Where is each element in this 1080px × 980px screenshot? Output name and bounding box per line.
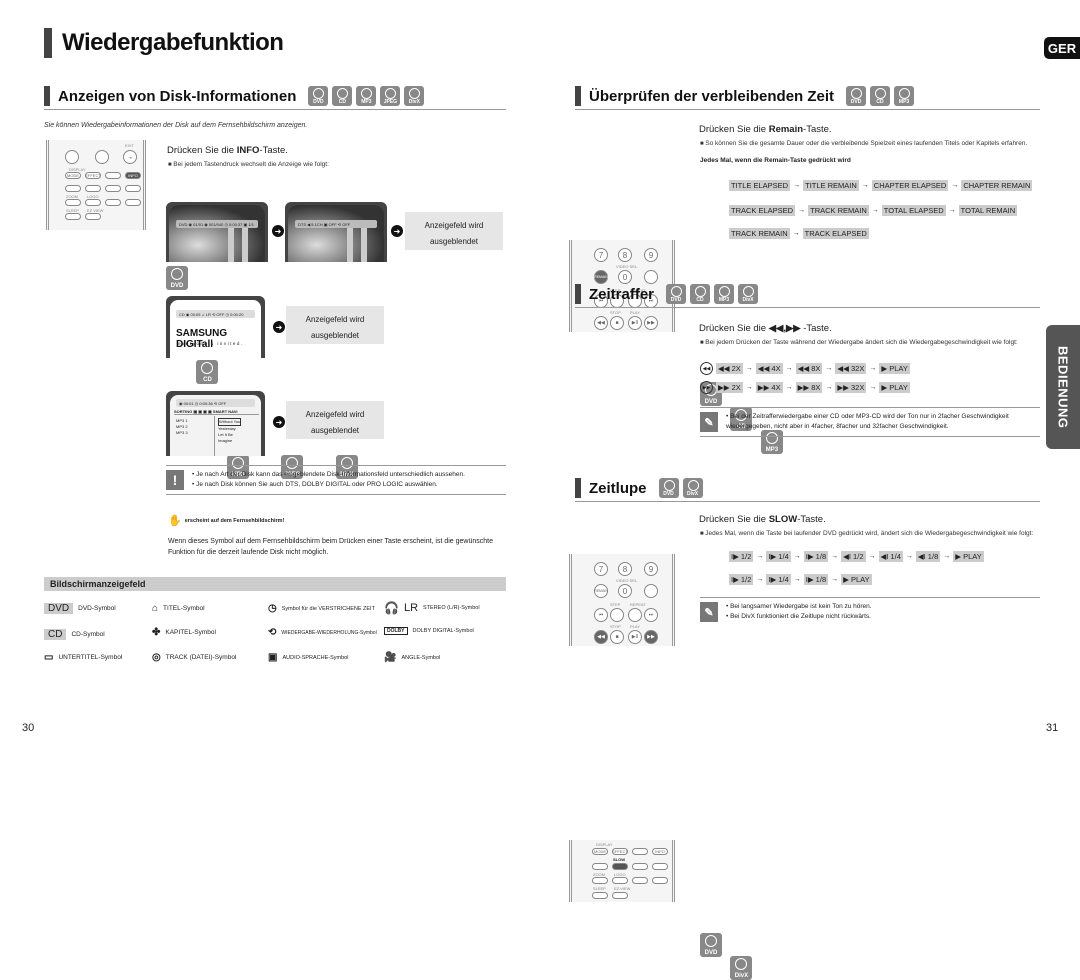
remote-slow-illustration: DISPLAY MODE EFFECT INFO SLOW ZOOM LOGO … <box>569 840 675 902</box>
display-hidden-box: Anzeigefeld wird ausgeblendet <box>286 306 384 344</box>
section-side-tab: BEDIENUNG <box>1046 325 1080 449</box>
remain-sequence-dvd: TITLE ELAPSED → TITLE REMAIN → CHAPTER ELA… <box>729 180 1033 191</box>
fast-heading: Zeitraffer DVD CD MP3 DivX <box>575 284 1040 308</box>
disc-icon-dvd: DVD <box>846 86 867 106</box>
page-number-left: 30 <box>22 722 35 734</box>
display-hidden-box: Anzeigefeld wird ausgeblendet <box>405 212 503 250</box>
remote-search-illustration: 7 8 9 VIDEO SEL. REMAIN 0 STEP REPEAT ⏮ … <box>569 554 675 646</box>
repeat-icon: ⟲ <box>268 627 277 638</box>
fast-bullet: Bei jedem Drücken der Taste während der … <box>700 338 1040 348</box>
slow-instruction: Drücken Sie die SLOW-Taste. <box>699 514 826 525</box>
disc-icon-mp3: MP3 <box>894 86 915 106</box>
disc-icon-divx: DivX <box>404 86 425 106</box>
info-instruction: Drücken Sie die INFO-Taste. <box>167 145 288 156</box>
remaining-heading: Überprüfen der verbleibenden Zeit DVD CD… <box>575 86 1040 110</box>
chapter-icon: ✤ <box>152 627 161 638</box>
legend-repeat: ⟲ WIEDERGABE-WIEDERHOLUNG-Symbol <box>268 627 377 638</box>
audio-icon: ▣ <box>268 652 278 663</box>
slow-key <box>612 863 628 870</box>
legend-angle: 🎥 ANGLE-Symbol <box>384 652 441 663</box>
remain-bullet: So können Sie die gesamte Dauer oder die… <box>700 139 1027 149</box>
tv-screen-dvd-osd1: DVD ◉ 01/01 ◉ 001/040 ◷ 0:00:37 ▣ 1/1 <box>166 202 268 262</box>
legend-dvd: DVD DVD-Symbol <box>44 603 116 614</box>
legend-track: ◎ TRACK (DATEI)-Symbol <box>152 652 237 663</box>
legend-heading: Bildschirmanzeigefeld <box>44 577 506 591</box>
rewind-key: ◀◀ <box>594 630 608 644</box>
fast-forward-key: ▶▶ <box>644 630 658 644</box>
legend-elapsed: ◷ Symbol für die VERSTRICHENE ZEIT <box>268 603 375 614</box>
arrow-right-icon: ➜ <box>273 416 285 428</box>
language-tab: GER <box>1044 37 1080 59</box>
disc-icon-dvd: DVD <box>308 86 329 106</box>
disc-icon-dvd: DVD <box>666 284 687 304</box>
slow-sequence-divx: I▶ 1/2 → I▶ 1/4 → I▶ 1/8 → ▶ PLAY <box>729 574 872 585</box>
remain-sequence-mp3: TRACK REMAIN → TRACK ELAPSED <box>729 228 869 239</box>
disc-icon-dvd: DVD <box>166 266 188 290</box>
remain-sequence-cd: TRACK ELAPSED → TRACK REMAIN → TOTAL ELAPS… <box>729 205 1018 216</box>
disk-info-intro: Sie können Wiedergabeinformationen der D… <box>44 122 308 129</box>
legend-cd: CD CD-Symbol <box>44 629 105 640</box>
remote-info-illustration: EXIT ⇥ DISPLAY MODE EFFECT INFO ZOOM LOG… <box>46 140 146 230</box>
clock-icon: ◷ <box>268 603 277 614</box>
arrow-right-icon: ➜ <box>391 225 403 237</box>
tv-screen-cd: CD ◉ 00:05 ♫ LR ⟲ OFF ◷ 0:00:20 SAMSUNG … <box>166 296 265 358</box>
disc-icon-cd: CD <box>196 360 219 384</box>
fast-forward-icon: ▶▶ <box>700 381 713 394</box>
headphones-icon: 🎧 <box>384 601 399 615</box>
caution-icon: ! <box>166 470 184 490</box>
forward-sequence: ▶▶ ▶▶ 2X → ▶▶ 4X → ▶▶ 8X → ▶▶ 32X → ▶ PLAY <box>700 381 910 394</box>
remain-instruction: Drücken Sie die Remain-Taste. <box>699 124 832 135</box>
info-bullet: Bei jedem Tastendruck wechselt die Anzei… <box>168 160 329 170</box>
disc-icon-mp3: MP3 <box>714 284 735 304</box>
disc-icon-cd: CD <box>690 284 711 304</box>
disk-info-notes: ! • Je nach Art der Disk kann das eingeb… <box>166 465 506 496</box>
rewind-icon: ◀◀ <box>700 362 713 375</box>
title-bar <box>44 28 52 58</box>
legend-chapter: ✤ KAPITEL-Symbol <box>152 627 216 638</box>
slow-heading: Zeitlupe DVD DivX <box>575 478 1040 502</box>
fast-note: ✎ • Bei der Zeitrafferwiedergabe einer C… <box>700 407 1040 438</box>
slow-bullet: Jedes Mal, wenn die Taste bei laufender … <box>700 529 1033 539</box>
disc-icon-divx: DivX <box>682 478 703 498</box>
pencil-note-icon: ✎ <box>700 602 718 622</box>
legend-subtitle: ▭ UNTERTITEL-Symbol <box>44 652 123 663</box>
disc-icon-mp3: MP3 <box>356 86 377 106</box>
dolby-icon: DOLBY <box>384 627 408 635</box>
slow-sequence-dvd: I▶ 1/2 → I▶ 1/4 → I▶ 1/8 → ◀I 1/2 → ◀I 1/4 → … <box>729 551 984 562</box>
disc-icon-jpeg: JPEG <box>380 86 401 106</box>
tv-screen-mp3: ◉ 00:01 ◷ 0:00:36 ⟲ OFF SORTING ▣ ▣ ▣ ▣ … <box>166 391 265 456</box>
disc-icon-dvd: DVD <box>658 478 679 498</box>
hand-symbol-text: Wenn dieses Symbol auf dem Fernsehbildsc… <box>168 538 494 556</box>
track-icon: ◎ <box>152 652 161 663</box>
disc-icon-dvd: DVD <box>700 933 722 957</box>
rewind-sequence: ◀◀ ◀◀ 2X → ◀◀ 4X → ◀◀ 8X → ◀◀ 32X → ▶ PLAY <box>700 362 910 375</box>
subtitle-icon: ▭ <box>44 652 54 663</box>
display-hidden-box: Anzeigefeld wird ausgeblendet <box>286 401 384 439</box>
camera-icon: 🎥 <box>384 652 397 663</box>
disk-info-heading: Anzeigen von Disk-Informationen DVD CD M… <box>44 86 506 110</box>
slow-notes: ✎ • Bei langsamer Wiedergabe ist kein To… <box>700 597 1040 626</box>
pencil-note-icon: ✎ <box>700 412 718 432</box>
page-number-right: 31 <box>1046 722 1059 734</box>
arrow-right-icon: ➜ <box>273 321 285 333</box>
disc-icon-divx: DivX <box>730 956 753 980</box>
page-title: Wiedergabefunktion <box>44 28 284 58</box>
remain-key: REMAIN <box>594 270 608 284</box>
fast-instruction: Drücken Sie die ◀◀,▶▶ -Taste. <box>699 323 832 334</box>
disc-icon-cd: CD <box>332 86 353 106</box>
legend-title: ⌂ TITEL-Symbol <box>152 603 205 614</box>
legend-dolby: DOLBY DOLBY DIGITAL-Symbol <box>384 627 474 635</box>
disc-icon-cd: CD <box>870 86 891 106</box>
info-key: INFO <box>125 172 141 179</box>
legend-stereo: 🎧 LR STEREO (L/R)-Symbol <box>384 601 480 615</box>
tv-screen-dvd-osd2: DTS ◀ 5.1CH ▣ OFF ⟲ OFF <box>285 202 387 262</box>
title-icon: ⌂ <box>152 603 159 614</box>
legend-audio: ▣ AUDIO-SPRACHE-Symbol <box>268 652 349 663</box>
disc-icon-divx: DivX <box>738 284 759 304</box>
hand-icon: ✋ <box>168 515 182 527</box>
hand-symbol-caption: ✋ erscheint auf dem Fernsehbildschirm! <box>168 515 285 527</box>
arrow-right-icon: ➜ <box>272 225 284 237</box>
remain-subhead: Jedes Mal, wenn die Remain-Taste gedrück… <box>700 157 851 164</box>
